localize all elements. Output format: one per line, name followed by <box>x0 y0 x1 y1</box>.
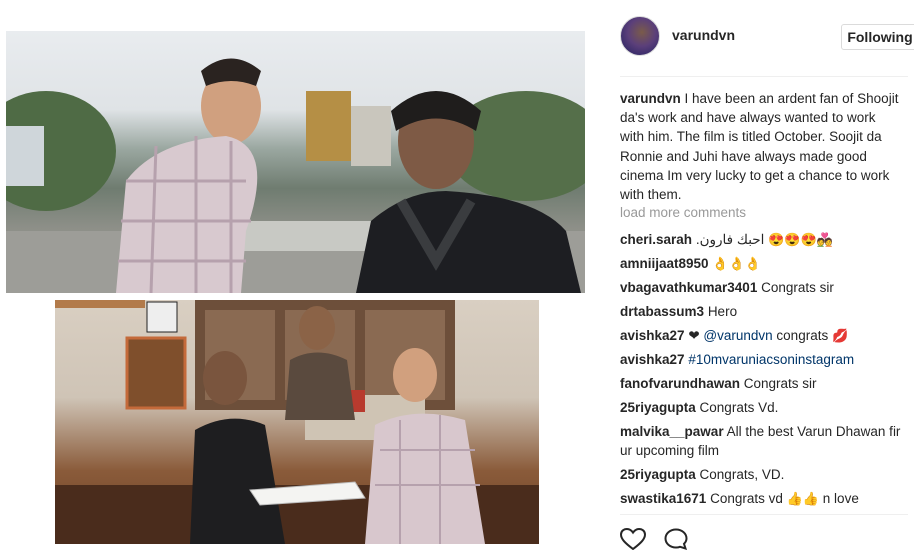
comment-bubble-icon[interactable] <box>664 528 688 550</box>
comment-emoji: 💋 <box>831 328 849 343</box>
comment-text: Congrats sir <box>743 376 817 391</box>
comment-text: Congrats Vd. <box>699 400 779 415</box>
comment-item: 25riyagupta Congrats, VD. <box>620 465 910 484</box>
following-button[interactable]: Following <box>841 24 914 50</box>
header-divider <box>620 76 908 77</box>
comments-list: cheri.sarah احبك فارون. 😍😍😍💑 amniijaat89… <box>620 230 910 513</box>
mention-link[interactable]: @varundvn <box>703 328 772 343</box>
comment-text: n love <box>822 491 859 506</box>
caption-username-link[interactable]: varundvn <box>620 91 681 106</box>
comment-author-link[interactable]: drtabassum3 <box>620 304 704 319</box>
comment-text: Hero <box>707 304 738 319</box>
comment-item: malvika__pawar All the best Varun Dhawan… <box>620 422 910 460</box>
comment-text: congrats <box>776 328 829 343</box>
comment-text: Congrats sir <box>761 280 834 295</box>
comment-emoji: 👍👍 <box>786 491 820 506</box>
comment-author-link[interactable]: fanofvarundhawan <box>620 376 740 391</box>
post-header: varundvn Following <box>620 16 914 60</box>
post-photo-street <box>6 31 585 293</box>
post-media[interactable] <box>0 0 600 544</box>
hashtag-link[interactable]: #10mvaruniacsoninstagram <box>688 352 854 367</box>
comment-text: ❤ <box>688 328 700 343</box>
comment-author-link[interactable]: avishka27 <box>620 328 685 343</box>
comment-item: vbagavathkumar3401 Congrats sir <box>620 278 910 297</box>
comment-item: amniijaat8950 👌👌👌 <box>620 254 910 273</box>
comment-item: fanofvarundhawan Congrats sir <box>620 374 910 393</box>
comment-item: 25riyagupta Congrats Vd. <box>620 398 910 417</box>
comment-text: Congrats, VD. <box>699 467 785 482</box>
load-more-comments-link[interactable]: load more comments <box>620 205 746 220</box>
comment-author-link[interactable]: 25riyagupta <box>620 400 696 415</box>
heart-icon[interactable] <box>620 528 646 550</box>
comment-text: احبك فارون. <box>695 232 765 247</box>
post-details-panel: varundvn Following varundvn I have been … <box>606 0 914 550</box>
comment-emoji: 👌👌👌 <box>712 256 761 271</box>
comment-author-link[interactable]: cheri.sarah <box>620 232 692 247</box>
post-photo-script-reading <box>55 300 539 544</box>
comment-author-link[interactable]: avishka27 <box>620 352 685 367</box>
comment-emoji: 😍😍😍💑 <box>768 232 833 247</box>
avatar[interactable] <box>620 16 660 56</box>
actions-divider <box>620 514 908 515</box>
comment-item: swastika1671 Congrats vd 👍👍 n love <box>620 489 910 508</box>
comment-author-link[interactable]: amniijaat8950 <box>620 256 709 271</box>
comment-text: Congrats vd <box>710 491 783 506</box>
caption-text: I have been an ardent fan of Shoojit da'… <box>620 91 899 203</box>
comment-author-link[interactable]: swastika1671 <box>620 491 706 506</box>
post-caption: varundvn I have been an ardent fan of Sh… <box>620 89 902 204</box>
comment-author-link[interactable]: vbagavathkumar3401 <box>620 280 757 295</box>
comment-author-link[interactable]: malvika__pawar <box>620 424 724 439</box>
comment-item: avishka27 #10mvaruniacsoninstagram <box>620 350 910 369</box>
comment-item: avishka27 ❤ @varundvn congrats 💋 <box>620 326 910 345</box>
comment-author-link[interactable]: 25riyagupta <box>620 467 696 482</box>
comment-item: cheri.sarah احبك فارون. 😍😍😍💑 <box>620 230 910 249</box>
username-link[interactable]: varundvn <box>672 27 735 43</box>
comment-item: drtabassum3 Hero <box>620 302 910 321</box>
